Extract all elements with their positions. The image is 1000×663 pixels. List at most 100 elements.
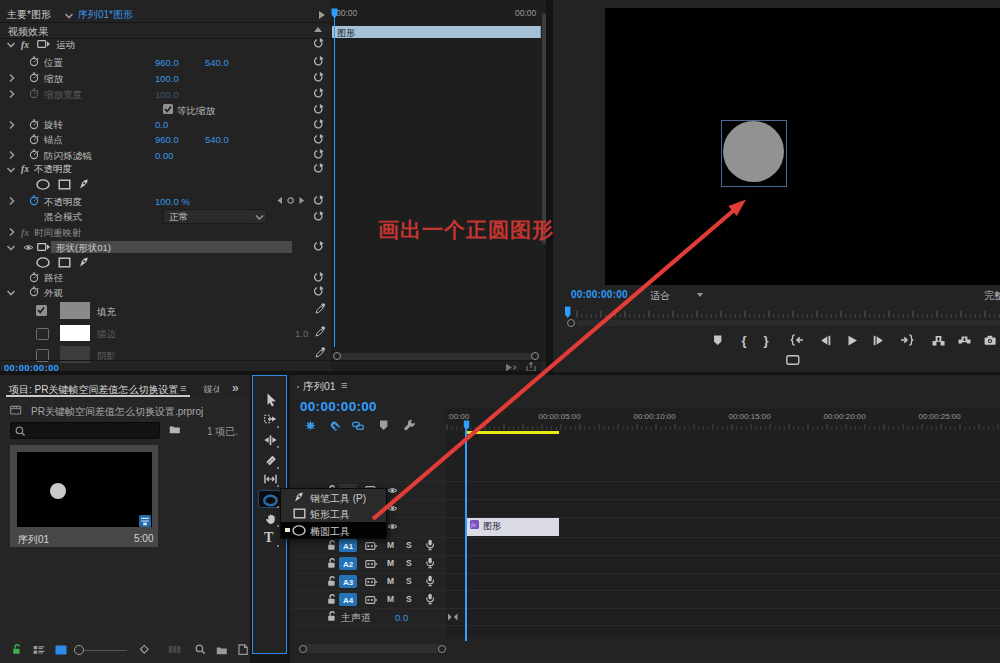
zoom-knob-left[interactable] [299,645,307,653]
selection-tool[interactable] [266,393,276,407]
reset-param-icon[interactable] [314,195,325,206]
timeline-tab-label[interactable]: 序列01 [303,380,336,394]
appearance-checkbox[interactable] [36,305,47,316]
step-back-button[interactable] [820,335,831,346]
program-settings-button[interactable] [786,355,800,365]
twirl-right-icon[interactable] [7,120,16,130]
new-bin-button[interactable] [169,424,181,435]
effect-controls-clip-label[interactable]: 序列01*图形 [78,8,133,22]
voiceover-record-icon[interactable] [425,539,436,552]
reset-param-icon[interactable] [314,104,325,115]
timeline-clip[interactable]: fx图形 [466,518,559,537]
section-collapse-icon[interactable] [314,27,322,32]
mute-button[interactable]: M [387,594,394,604]
stopwatch-icon[interactable] [29,195,40,206]
voiceover-record-icon[interactable] [425,557,436,570]
tab-overflow-chevron[interactable]: » [232,381,239,395]
export-frame-button[interactable] [984,335,996,346]
source-patch-icon[interactable] [365,541,378,551]
reset-param-icon[interactable] [314,119,325,130]
param-value-1[interactable]: 100.0 [155,89,179,100]
timeline-view-toggle-icon[interactable] [319,11,325,19]
mini-timeline-clip-bar[interactable]: 图形 [332,26,542,38]
zoom-knob-right[interactable] [438,645,446,653]
mark-out-button[interactable]: } [764,333,769,348]
stopwatch-icon[interactable] [29,286,40,297]
lift-button[interactable] [932,335,944,346]
list-view-button[interactable] [33,645,45,655]
effect-name-label[interactable]: 运动 [56,39,75,52]
solo-button[interactable]: S [406,540,412,550]
source-patch-icon[interactable] [365,595,378,605]
reset-param-icon[interactable] [314,38,325,49]
type-tool[interactable]: T [264,530,273,546]
solo-button[interactable]: S [406,558,412,568]
insert-nest-icon[interactable] [305,420,316,431]
color-swatch[interactable] [60,302,90,319]
stopwatch-icon[interactable] [29,272,40,283]
linked-selection-icon[interactable] [352,421,364,431]
appearance-checkbox[interactable] [36,328,49,341]
param-value-1[interactable]: 100.0 % [155,196,190,207]
reset-param-icon[interactable] [314,88,325,99]
stopwatch-icon[interactable] [29,56,40,67]
effect-name-label[interactable]: 不透明度 [34,163,72,176]
param-value-2[interactable]: 540.0 [205,57,229,68]
param-value-1[interactable]: 100.0 [155,73,179,84]
uniform-scale-checkbox[interactable] [163,104,173,114]
program-scrollbar[interactable] [577,320,1000,327]
eyedropper-icon[interactable] [315,303,327,314]
track-lock-icon[interactable] [327,540,337,551]
pen-mask-icon[interactable] [78,257,89,268]
timeline-panel-menu-icon[interactable]: ≡ [341,379,347,391]
go-to-in-button[interactable] [790,334,804,346]
track-output-eye-icon[interactable] [387,486,398,495]
program-playhead[interactable] [564,306,572,319]
hand-tool[interactable] [265,513,277,525]
header-dropdown-chevron-icon[interactable] [64,11,74,20]
program-scrollbar-knob[interactable] [567,319,575,327]
add-keyframe-icon[interactable] [286,196,295,205]
effect-name-label[interactable]: 形状(形状01) [56,242,111,255]
find-button[interactable] [195,644,205,654]
source-patch-icon[interactable] [365,577,378,587]
reset-param-icon[interactable] [314,163,325,174]
track-select-forward-tool[interactable] [264,414,277,424]
solo-button[interactable]: S [406,594,412,604]
voiceover-record-icon[interactable] [425,593,436,606]
project-panel-menu-icon[interactable]: ≡ [180,382,186,394]
track-output-eye-icon[interactable] [387,504,398,513]
param-value-1[interactable]: 0.00 [155,150,174,161]
automate-to-sequence-button[interactable] [139,644,150,655]
eyedropper-icon[interactable] [315,347,327,358]
timeline-timecode[interactable]: 00:00:00:00 [300,399,377,414]
rect-mask-icon[interactable] [58,179,71,190]
new-bin-bottom-button[interactable] [216,645,227,655]
prev-keyframe-icon[interactable] [276,196,283,205]
twirl-down-icon[interactable] [6,40,16,49]
ellipse-mask-icon[interactable] [36,257,50,268]
rect-mask-icon[interactable] [58,257,71,268]
mini-h-scrollbar[interactable] [336,353,535,360]
param-value-1[interactable]: 0.0 [155,119,168,130]
track-target-A1[interactable]: A1 [339,539,357,552]
step-forward-button[interactable] [873,335,884,346]
reset-param-icon[interactable] [314,56,325,67]
track-lock-icon[interactable] [327,594,337,605]
blend-mode-dropdown[interactable]: 正常 [163,209,267,225]
twirl-right-icon[interactable] [7,227,16,237]
source-patch-icon[interactable] [365,559,378,569]
twirl-down-icon[interactable] [6,243,16,252]
voiceover-record-icon[interactable] [425,575,436,588]
drawn-circle-shape[interactable] [723,121,784,182]
next-keyframe-icon[interactable] [298,196,305,205]
track-target-A2[interactable]: A2 [339,557,357,570]
solo-button[interactable]: S [406,576,412,586]
timeline-ruler[interactable]: :00:0000:00:05:0000:00:10:0000:00:15:000… [446,408,1000,430]
pen-mask-icon[interactable] [78,179,89,190]
appearance-value[interactable]: 1.0 [295,328,308,339]
mute-button[interactable]: M [387,558,394,568]
mute-button[interactable]: M [387,576,394,586]
zoom-level-select[interactable]: 适合 [650,289,670,303]
stopwatch-icon[interactable] [29,134,40,145]
